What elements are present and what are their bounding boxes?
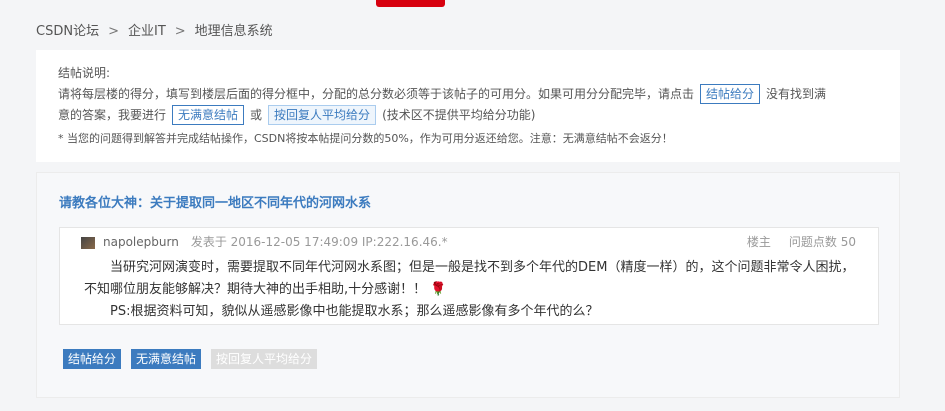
breadcrumb-item-enterprise-it[interactable]: 企业IT (128, 24, 166, 39)
notice-line-1: 请将每层楼的得分，填写到楼层后面的得分框中，分配的总分数必须等于该帖子的可用分。… (58, 84, 878, 105)
breadcrumb-item-forum[interactable]: CSDN论坛 (36, 24, 99, 39)
breadcrumb: CSDN论坛 > 企业IT > 地理信息系统 (36, 20, 273, 39)
post-paragraph-text: 当研究河网演变时，需要提取不同年代河网水系图；但是一般是找不到多个年代的DEM（… (84, 260, 855, 297)
reply-box: napolepburn 发表于 2016-12-05 17:49:09 IP:22… (59, 227, 879, 325)
breadcrumb-item-gis[interactable]: 地理信息系统 (195, 24, 273, 39)
average-link-button[interactable]: 按回复人平均给分 (268, 105, 377, 125)
post-time: 发表于 2016-12-05 17:49:09 IP:222.16.46.* (190, 235, 448, 249)
post-content: 当研究河网演变时，需要提取不同年代河网水系图；但是一般是找不到多个年代的DEM（… (84, 257, 864, 323)
notice-text: 请将每层楼的得分，填写到楼层后面的得分框中，分配的总分数必须等于该帖子的可用分。… (58, 87, 695, 101)
no-satisfy-link-button[interactable]: 无满意结帖 (172, 105, 245, 125)
notice-line-2: 意的答案，我要进行 无满意结帖或按回复人平均给分 (技术区不提供平均给分功能) (58, 105, 878, 126)
post-meta: napolepburn 发表于 2016-12-05 17:49:09 IP:22… (81, 233, 448, 250)
username[interactable]: napolepburn (103, 235, 179, 249)
rose-icon: 🌹 (430, 282, 447, 297)
no-satisfy-button[interactable]: 无满意结帖 (131, 349, 202, 369)
notice-text: 没有找到满 (766, 87, 827, 101)
breadcrumb-separator: > (108, 24, 119, 39)
notice-warning: * 当您的问题得到解答并完成结帖操作，CSDN将按本帖提问分数的50%，作为可用… (58, 132, 673, 145)
post-meta-right: 楼主 问题点数 50 (729, 233, 856, 250)
points-label: 问题点数 50 (788, 235, 856, 249)
floor-label: 楼主 (746, 235, 771, 249)
settle-link-button[interactable]: 结帖给分 (700, 84, 761, 104)
notice-text: 意的答案，我要进行 (58, 108, 167, 122)
notice-or: 或 (250, 108, 263, 122)
avatar[interactable] (81, 236, 95, 249)
post-paragraph: 当研究河网演变时，需要提取不同年代河网水系图；但是一般是找不到多个年代的DEM（… (84, 257, 864, 301)
post-actions: 结帖给分 无满意结帖 按回复人平均给分 (63, 348, 327, 369)
breadcrumb-separator: > (174, 24, 186, 39)
notice-text: (技术区不提供平均给分功能) (382, 108, 536, 122)
post-title[interactable]: 请教各位大神：关于提取同一地区不同年代的河网水系 (59, 192, 371, 211)
post-panel: 请教各位大神：关于提取同一地区不同年代的河网水系 napolepburn 发表于 … (36, 172, 900, 398)
settle-button[interactable]: 结帖给分 (63, 349, 122, 369)
notice-heading: 结帖说明: (58, 66, 111, 80)
top-brand-bar (376, 0, 445, 7)
settle-notice-panel: 结帖说明: 请将每层楼的得分，填写到楼层后面的得分框中，分配的总分数必须等于该帖… (36, 50, 900, 162)
average-button[interactable]: 按回复人平均给分 (211, 349, 318, 369)
post-paragraph: PS:根据资料可知，貌似从遥感影像中也能提取水系；那么遥感影像有多个年代的么？ (110, 304, 599, 319)
